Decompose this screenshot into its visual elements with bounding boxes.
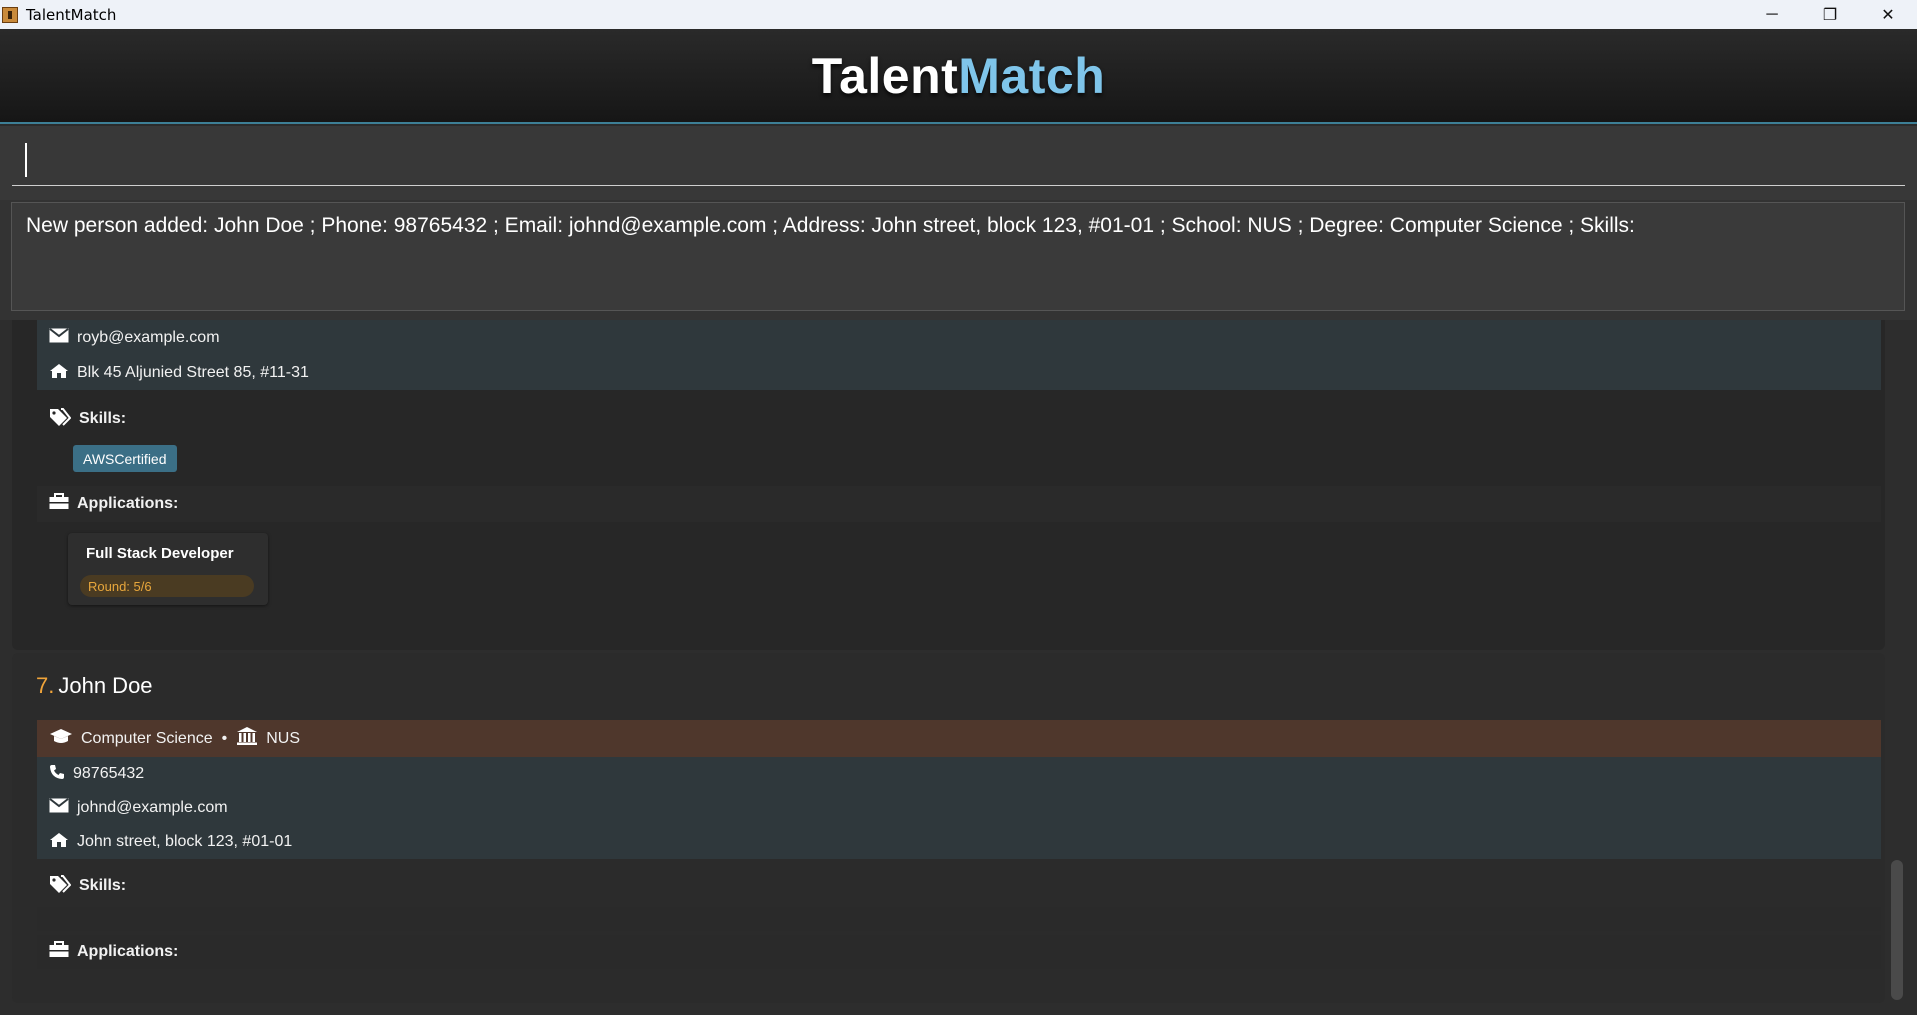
brand-title: TalentMatch	[812, 47, 1106, 105]
address-row: John street, block 123, #01-01	[37, 825, 1881, 859]
phone-text: 98765432	[73, 765, 145, 782]
command-box-area	[0, 126, 1917, 200]
education-row: Computer Science • NUS	[37, 720, 1881, 757]
phone-icon	[49, 764, 65, 785]
window-controls: ─ ❐ ✕	[1743, 0, 1917, 29]
address-text: Blk 45 Aljunied Street 85, #11-31	[77, 364, 309, 381]
person-index: 7.	[36, 673, 55, 698]
applications-label: Applications:	[77, 943, 179, 960]
person-name-text: John Doe	[58, 673, 153, 698]
home-icon	[49, 832, 69, 853]
application-title: Full Stack Developer	[86, 545, 234, 562]
briefcase-icon	[49, 941, 69, 963]
person-card[interactable]: royb@example.com Blk 45 Aljunied Street …	[12, 320, 1885, 650]
window-titlebar: TalentMatch ─ ❐ ✕	[0, 0, 1917, 29]
applications-header: Applications:	[37, 486, 1881, 522]
envelope-icon	[49, 328, 69, 348]
skill-tag: AWSCertified	[73, 445, 177, 472]
skills-label: Skills:	[79, 410, 127, 427]
close-button[interactable]: ✕	[1859, 0, 1917, 29]
skills-container	[37, 907, 1881, 931]
command-input[interactable]	[12, 138, 1905, 186]
degree-text: Computer Science	[81, 729, 213, 747]
result-display-area: New person added: John Doe ; Phone: 9876…	[0, 200, 1917, 320]
email-text: johnd@example.com	[77, 799, 228, 816]
app-header: TalentMatch	[0, 29, 1917, 124]
address-row: Blk 45 Aljunied Street 85, #11-31	[37, 356, 1881, 390]
application-card[interactable]: Full Stack Developer Round: 5/6	[68, 533, 268, 605]
email-row: royb@example.com	[37, 320, 1881, 356]
envelope-icon	[49, 798, 69, 818]
brand-title-part2: Match	[958, 47, 1106, 104]
tags-icon	[49, 874, 72, 898]
email-row: johnd@example.com	[37, 791, 1881, 825]
text-caret	[25, 143, 27, 177]
app-logo-icon	[2, 6, 18, 23]
phone-row: 98765432	[37, 757, 1881, 791]
degree-school-separator: •	[221, 729, 228, 747]
tags-icon	[49, 407, 72, 431]
briefcase-icon	[49, 493, 69, 515]
skills-header: Skills:	[37, 869, 1881, 903]
application-round-badge: Round: 5/6	[80, 575, 254, 597]
skills-header: Skills:	[37, 402, 1881, 436]
graduation-cap-icon	[49, 728, 73, 750]
list-scrollbar[interactable]	[1886, 320, 1917, 1015]
applications-label: Applications:	[77, 495, 179, 512]
window-title: TalentMatch	[26, 5, 117, 24]
address-text: John street, block 123, #01-01	[77, 833, 293, 850]
applications-header: Applications:	[37, 935, 1881, 969]
university-icon	[236, 726, 258, 751]
person-list[interactable]: royb@example.com Blk 45 Aljunied Street …	[0, 320, 1917, 1015]
maximize-button[interactable]: ❐	[1801, 0, 1859, 29]
school-text: NUS	[266, 729, 301, 747]
email-text: royb@example.com	[77, 329, 220, 346]
person-card[interactable]: 7. John Doe Computer Science • NUS 987654…	[12, 653, 1885, 1003]
scrollbar-thumb[interactable]	[1891, 860, 1903, 1000]
brand-title-part1: Talent	[811, 47, 959, 104]
person-name: 7. John Doe	[36, 673, 153, 699]
skills-label: Skills:	[79, 877, 127, 894]
result-display: New person added: John Doe ; Phone: 9876…	[11, 202, 1905, 311]
home-icon	[49, 363, 69, 384]
minimize-button[interactable]: ─	[1743, 0, 1801, 29]
